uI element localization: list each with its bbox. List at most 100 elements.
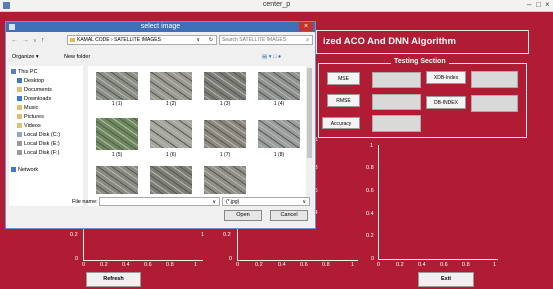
navigation-pane: This PC Desktop Documents Downloads Musi…	[9, 66, 87, 206]
network-icon	[11, 167, 16, 173]
file-name[interactable]: 1 (1)	[96, 101, 138, 107]
file-type-dropdown-icon[interactable]: ∨	[302, 198, 306, 206]
drive-icon	[17, 150, 22, 156]
close-button[interactable]: ×	[545, 0, 550, 10]
open-button[interactable]: Open	[224, 210, 262, 221]
file-name[interactable]: 1 (8)	[258, 152, 300, 158]
file-name[interactable]: 1 (5)	[96, 152, 138, 158]
main-title-bar: center_p – □ ×	[0, 0, 553, 12]
forward-arrow-icon[interactable]: →	[22, 36, 29, 46]
sidebar-item-music[interactable]: Music	[17, 104, 38, 113]
file-type-value: (*.jpg)	[226, 199, 240, 205]
sidebar-item-this-pc[interactable]: This PC	[11, 68, 38, 77]
tick-label: 0.2	[255, 262, 263, 268]
maximize-button[interactable]: □	[536, 0, 541, 10]
file-name[interactable]: 1 (2)	[150, 101, 192, 107]
accuracy-label: Accuracy	[322, 117, 360, 129]
image-thumbnail[interactable]	[258, 120, 300, 148]
tick-label: 0.6	[440, 262, 448, 268]
tick-label: 0.8	[462, 262, 470, 268]
tick-label: 1	[493, 262, 497, 268]
dialog-close-button[interactable]: ×	[299, 22, 313, 31]
back-arrow-icon[interactable]: ←	[11, 36, 18, 46]
command-bar: Organize ▾ New folder ▤ ▾ □ ●	[9, 52, 314, 62]
file-name[interactable]: 1 (4)	[258, 101, 300, 107]
file-name[interactable]: 1 (6)	[150, 152, 192, 158]
xdb-index-value-box	[471, 71, 518, 88]
tick-label: 1	[351, 262, 355, 268]
tick-label: 0.2	[223, 232, 231, 238]
file-name[interactable]: 1 (3)	[204, 101, 246, 107]
drive-icon	[17, 132, 22, 138]
sidebar-item-local-disk-c[interactable]: Local Disk (C:)	[17, 131, 60, 140]
tick-label: 0.6	[144, 262, 152, 268]
sidebar-item-local-disk-e[interactable]: Local Disk (E:)	[17, 140, 60, 149]
testing-section-title: Testing Section	[391, 58, 449, 65]
tick-label: 0	[371, 256, 375, 262]
address-bar[interactable]: KAMAL CODE › SATELLITE IMAGES ∨ ↻	[67, 35, 217, 45]
tick-label: 0	[82, 262, 86, 268]
select-image-dialog: select image × ← → ∨ ↑ KAMAL CODE › SATE…	[5, 21, 316, 229]
file-type-select[interactable]: (*.jpg) ∨	[222, 197, 310, 206]
sidebar-item-label: Desktop	[24, 78, 45, 84]
breadcrumb-dropdown-icon[interactable]: ∨	[196, 36, 200, 45]
image-thumbnail[interactable]	[96, 72, 138, 100]
image-thumbnail[interactable]	[96, 118, 138, 150]
minimize-button[interactable]: –	[527, 0, 531, 10]
window-title: center_p	[262, 1, 291, 8]
image-thumbnail[interactable]	[150, 166, 192, 194]
sidebar-item-label: Music	[24, 105, 39, 111]
image-thumbnail[interactable]	[204, 120, 246, 148]
sidebar-item-local-disk-f[interactable]: Local Disk (F:)	[17, 149, 59, 158]
search-placeholder: Search SATELLITE IMAGES	[222, 37, 287, 43]
sidebar-item-label: This PC	[18, 69, 38, 75]
cancel-button[interactable]: Cancel	[270, 210, 308, 221]
image-thumbnail[interactable]	[258, 72, 300, 100]
image-thumbnail[interactable]	[150, 120, 192, 148]
refresh-button[interactable]: Refresh	[86, 272, 141, 287]
exit-button[interactable]: Exit	[418, 272, 474, 287]
tick-label: 0.6	[300, 262, 308, 268]
page-heading: ized ACO And DNN Algorithm	[316, 30, 529, 54]
sidebar-item-pictures[interactable]: Pictures	[17, 113, 44, 122]
view-options-icon[interactable]: ▤ ▾ □ ●	[262, 52, 281, 62]
history-dropdown-icon[interactable]: ∨	[33, 36, 37, 46]
db-index-label: DB-INDEX	[426, 96, 466, 109]
tick-label: 0.2	[366, 233, 374, 239]
navigation-scrollbar[interactable]	[83, 66, 87, 206]
refresh-icon[interactable]: ↻	[209, 36, 213, 45]
file-name-dropdown-icon[interactable]: ∨	[212, 198, 216, 206]
tick-label: 0.4	[278, 262, 286, 268]
tick-label: 0.8	[322, 262, 330, 268]
organize-button[interactable]: Organize ▾	[12, 52, 39, 62]
image-thumbnail[interactable]	[204, 166, 246, 194]
tick-label: 0	[229, 256, 233, 262]
sidebar-item-label: Local Disk (E:)	[24, 141, 60, 147]
sidebar-item-label: Videos	[24, 123, 41, 129]
up-arrow-icon[interactable]: ↑	[41, 36, 45, 46]
sidebar-item-documents[interactable]: Documents	[17, 86, 52, 95]
mse-value-box	[372, 72, 421, 88]
sidebar-item-videos[interactable]: Videos	[17, 122, 41, 131]
mse-label: MSE	[327, 72, 360, 85]
file-list-scrollbar[interactable]	[306, 66, 313, 206]
new-folder-button[interactable]: New folder	[64, 52, 90, 62]
search-icon: ⌕	[306, 37, 309, 43]
scrollbar-thumb[interactable]	[307, 68, 312, 158]
sidebar-item-network[interactable]: Network	[11, 166, 38, 175]
search-input[interactable]: Search SATELLITE IMAGES ⌕	[219, 35, 313, 45]
image-thumbnail[interactable]	[150, 72, 192, 100]
tick-label: 0.4	[418, 262, 426, 268]
sidebar-item-downloads[interactable]: Downloads	[17, 95, 51, 104]
sidebar-item-desktop[interactable]: Desktop	[17, 77, 44, 86]
tick-label: 0.4	[122, 262, 130, 268]
image-thumbnail[interactable]	[204, 72, 246, 100]
sidebar-item-label: Pictures	[24, 114, 44, 120]
file-name[interactable]: 1 (7)	[204, 152, 246, 158]
tick-label: 0.8	[366, 165, 374, 171]
folder-icon	[70, 37, 75, 42]
image-thumbnail[interactable]	[96, 166, 138, 194]
tick-label: 0.2	[396, 262, 404, 268]
file-name-input[interactable]: ∨	[99, 197, 220, 206]
sidebar-item-label: Local Disk (F:)	[24, 150, 60, 156]
